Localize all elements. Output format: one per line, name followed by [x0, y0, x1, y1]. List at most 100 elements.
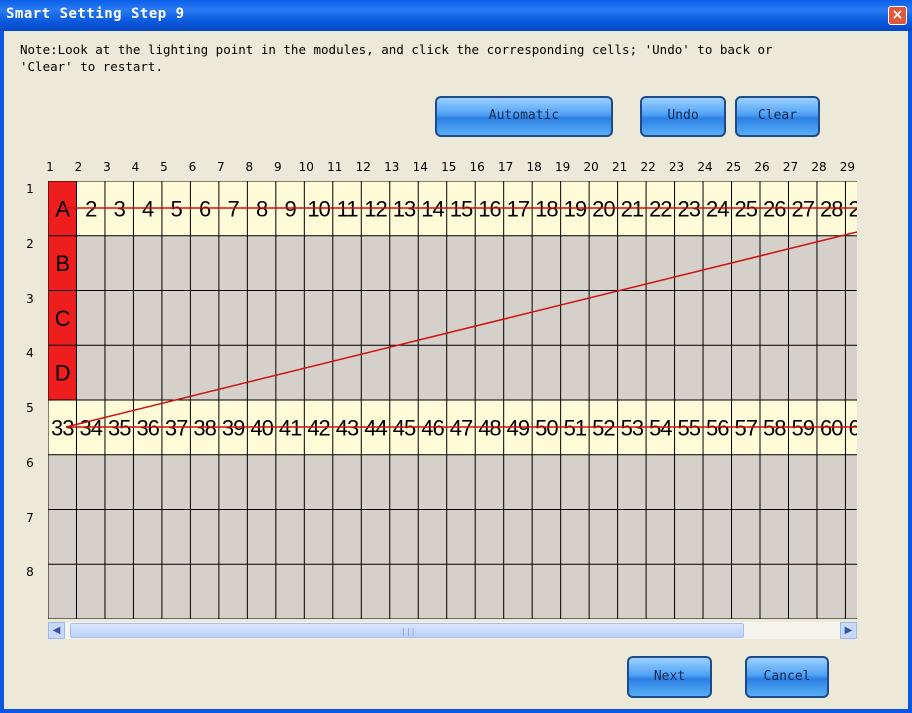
grid-cell[interactable]	[703, 509, 732, 565]
grid-cell[interactable]	[646, 509, 675, 565]
grid-cell[interactable]	[788, 454, 817, 510]
grid-cell[interactable]	[247, 509, 276, 565]
grid-cell[interactable]	[503, 345, 533, 400]
grid-cell[interactable]	[247, 564, 276, 619]
grid-cell[interactable]	[816, 564, 846, 619]
grid-cell[interactable]	[361, 235, 390, 291]
grid-cell[interactable]	[304, 290, 333, 346]
grid-cell[interactable]	[788, 509, 817, 565]
grid-cell[interactable]	[247, 235, 276, 291]
grid-cell[interactable]	[418, 235, 447, 291]
grid-cell[interactable]	[532, 509, 561, 565]
grid-cell[interactable]	[532, 290, 561, 346]
grid-cell[interactable]	[133, 564, 162, 619]
grid-cell[interactable]	[247, 345, 276, 400]
horizontal-scrollbar[interactable]: ◀ ||| ▶	[48, 622, 857, 639]
grid-cell[interactable]	[560, 235, 590, 291]
grid-cell[interactable]	[332, 509, 362, 565]
grid-cell[interactable]	[503, 235, 533, 291]
grid-cell[interactable]	[446, 290, 476, 346]
grid-cell[interactable]	[133, 345, 162, 400]
grid-cell[interactable]	[275, 509, 305, 565]
grid-cell[interactable]	[475, 564, 504, 619]
grid-cell[interactable]	[389, 564, 419, 619]
grid-cell[interactable]	[646, 345, 675, 400]
grid-cell[interactable]	[816, 235, 846, 291]
grid-cell[interactable]	[731, 235, 760, 291]
grid-cell[interactable]	[589, 290, 618, 346]
grid-cell[interactable]	[674, 345, 704, 400]
grid-cell[interactable]	[104, 290, 134, 346]
grid-cell[interactable]	[190, 454, 219, 510]
grid-cell[interactable]	[361, 290, 390, 346]
grid-cell[interactable]	[133, 235, 162, 291]
grid-cell[interactable]	[304, 345, 333, 400]
grid-cell[interactable]	[161, 564, 191, 619]
grid-cell[interactable]	[475, 345, 504, 400]
grid-cell[interactable]	[104, 564, 134, 619]
grid-cell[interactable]	[617, 509, 647, 565]
grid-cell[interactable]	[190, 235, 219, 291]
grid-cell[interactable]	[446, 345, 476, 400]
grid-cell[interactable]	[475, 235, 504, 291]
grid-cell[interactable]	[475, 509, 504, 565]
grid-cell[interactable]	[48, 564, 77, 619]
grid-cell[interactable]	[104, 235, 134, 291]
grid-cell[interactable]	[703, 345, 732, 400]
grid-cell[interactable]	[589, 345, 618, 400]
grid-cell[interactable]	[104, 345, 134, 400]
grid-cell[interactable]	[560, 509, 590, 565]
grid-cell[interactable]	[674, 509, 704, 565]
grid-cell[interactable]	[532, 345, 561, 400]
grid-cell[interactable]	[760, 345, 789, 400]
grid-cell[interactable]	[389, 454, 419, 510]
grid-cell[interactable]	[617, 564, 647, 619]
grid-cell[interactable]	[816, 509, 846, 565]
grid-cell[interactable]	[418, 454, 447, 510]
grid-cell[interactable]	[190, 290, 219, 346]
grid-cell[interactable]	[304, 454, 333, 510]
grid-cell[interactable]	[503, 564, 533, 619]
grid-cell[interactable]	[560, 564, 590, 619]
grid-cell[interactable]	[104, 509, 134, 565]
grid-cell[interactable]	[845, 454, 873, 510]
grid-cell[interactable]	[760, 290, 789, 346]
grid-cell[interactable]	[475, 454, 504, 510]
grid-cell[interactable]	[76, 509, 105, 565]
grid-cell[interactable]	[275, 564, 305, 619]
grid-cell[interactable]	[133, 454, 162, 510]
grid-cell[interactable]	[845, 509, 873, 565]
grid-cell[interactable]	[845, 345, 873, 400]
grid-cell[interactable]	[617, 235, 647, 291]
grid-cell[interactable]	[646, 564, 675, 619]
grid-cell[interactable]	[845, 235, 873, 291]
grid-cell[interactable]	[218, 235, 248, 291]
grid-cell[interactable]	[247, 454, 276, 510]
grid-cell[interactable]	[418, 345, 447, 400]
scrollbar-thumb[interactable]: |||	[70, 623, 744, 638]
grid-cell[interactable]	[418, 564, 447, 619]
grid-cell[interactable]	[731, 290, 760, 346]
grid-cell[interactable]	[332, 454, 362, 510]
grid-cell[interactable]	[731, 564, 760, 619]
grid-cell[interactable]	[788, 564, 817, 619]
grid-cell[interactable]	[332, 290, 362, 346]
grid-cell[interactable]	[589, 454, 618, 510]
grid-cell[interactable]	[646, 454, 675, 510]
grid-cell[interactable]	[760, 235, 789, 291]
grid-cell[interactable]	[389, 345, 419, 400]
grid-cell[interactable]	[446, 564, 476, 619]
grid-cell[interactable]	[247, 290, 276, 346]
grid-cell[interactable]	[76, 564, 105, 619]
grid-cell[interactable]	[389, 509, 419, 565]
next-button[interactable]: Next	[627, 656, 712, 698]
grid-cell[interactable]	[418, 509, 447, 565]
grid-cell[interactable]	[218, 290, 248, 346]
grid-cell[interactable]	[446, 235, 476, 291]
grid-cell[interactable]	[532, 454, 561, 510]
grid-cell[interactable]	[218, 509, 248, 565]
grid-cell[interactable]	[389, 235, 419, 291]
grid-cell[interactable]	[703, 290, 732, 346]
grid-cell[interactable]	[104, 454, 134, 510]
grid-cell[interactable]	[161, 345, 191, 400]
